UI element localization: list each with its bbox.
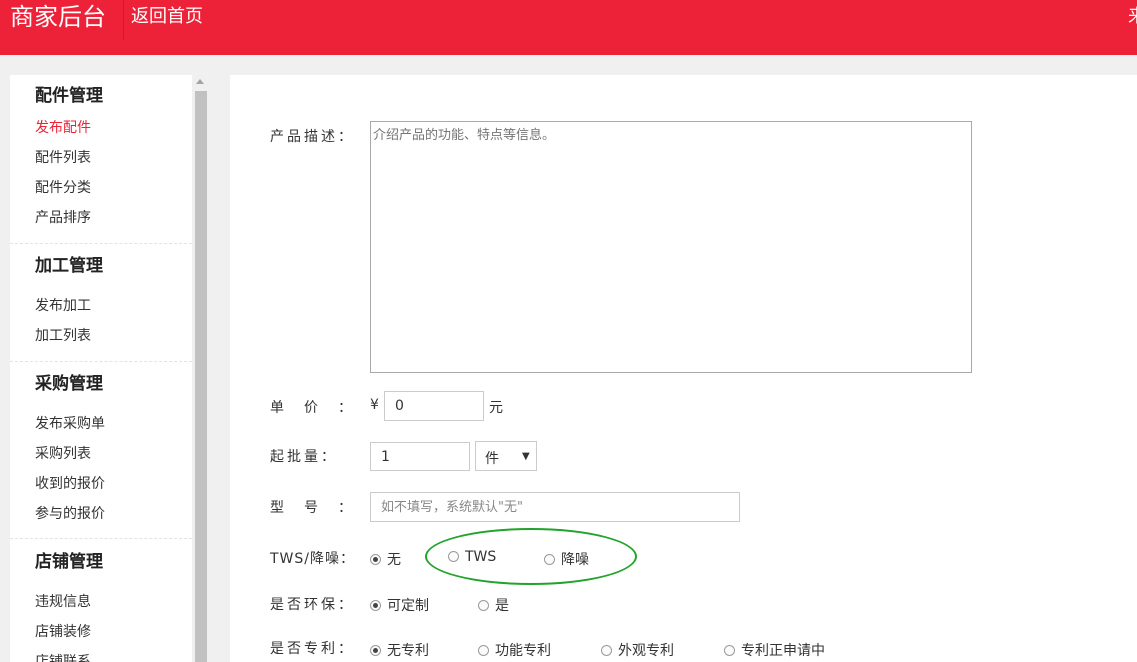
chevron-down-icon: ▼ bbox=[522, 451, 530, 462]
currency-symbol: ¥ bbox=[370, 397, 379, 413]
min-batch-label: 起批量： bbox=[270, 449, 338, 465]
patent-option-function[interactable]: 功能专利 bbox=[478, 640, 551, 660]
model-input[interactable] bbox=[370, 492, 740, 522]
radio-label: 外观专利 bbox=[618, 643, 674, 659]
radio-label: TWS bbox=[465, 549, 497, 565]
nav-group-accessories: 配件管理 发布配件 配件列表 配件分类 产品排序 bbox=[10, 75, 192, 244]
nav-group-purchasing: 采购管理 发布采购单 采购列表 收到的报价 参与的报价 bbox=[10, 362, 192, 539]
radio-checked-icon[interactable] bbox=[370, 554, 381, 565]
sidebar-item-product-sort[interactable]: 产品排序 bbox=[35, 203, 192, 233]
return-home-link[interactable]: 返回首页 bbox=[131, 4, 203, 30]
eco-option-customizable[interactable]: 可定制 bbox=[370, 595, 429, 615]
radio-unchecked-icon[interactable] bbox=[478, 645, 489, 656]
sidebar-item-accessory-list[interactable]: 配件列表 bbox=[35, 143, 192, 173]
sidebar-item-publish-processing[interactable]: 发布加工 bbox=[35, 291, 192, 321]
radio-unchecked-icon[interactable] bbox=[448, 551, 459, 562]
header-user-text[interactable]: 来 bbox=[1128, 4, 1137, 30]
radio-unchecked-icon[interactable] bbox=[478, 600, 489, 611]
sidebar-scrollbar[interactable] bbox=[193, 75, 208, 662]
main-form-panel: 产品描述： 单 价 ： ¥ 元 起批量： 件 ▼ 型 号 ： TWS/降噪： 无… bbox=[230, 75, 1137, 662]
description-label: 产品描述： bbox=[270, 129, 355, 145]
nav-group-store: 店铺管理 违规信息 店铺装修 店铺联系 bbox=[10, 539, 192, 662]
sidebar-item-purchase-list[interactable]: 采购列表 bbox=[35, 439, 192, 469]
radio-label: 可定制 bbox=[387, 598, 429, 614]
tws-label: TWS/降噪： bbox=[270, 551, 355, 567]
sidebar-item-received-quotes[interactable]: 收到的报价 bbox=[35, 469, 192, 499]
price-label: 单 价 ： bbox=[270, 400, 355, 416]
top-header: 商家后台 返回首页 来 bbox=[0, 0, 1137, 55]
sidebar-item-store-decoration[interactable]: 店铺装修 bbox=[35, 617, 192, 647]
radio-label: 专利正申请中 bbox=[741, 643, 825, 659]
sidebar-item-violations[interactable]: 违规信息 bbox=[35, 587, 192, 617]
sidebar-item-publish-accessory[interactable]: 发布配件 bbox=[35, 113, 192, 143]
eco-option-yes[interactable]: 是 bbox=[478, 595, 509, 615]
description-textarea[interactable] bbox=[370, 121, 972, 373]
patent-option-design[interactable]: 外观专利 bbox=[601, 640, 674, 660]
sidebar-nav: 配件管理 发布配件 配件列表 配件分类 产品排序 加工管理 发布加工 加工列表 … bbox=[10, 75, 192, 662]
model-label: 型 号 ： bbox=[270, 500, 355, 516]
sidebar-item-publish-purchase[interactable]: 发布采购单 bbox=[35, 409, 192, 439]
sidebar-item-store-contact[interactable]: 店铺联系 bbox=[35, 647, 192, 662]
scroll-up-arrow-icon[interactable] bbox=[196, 79, 204, 84]
tws-option-noise-cancel[interactable]: 降噪 bbox=[544, 549, 589, 569]
radio-unchecked-icon[interactable] bbox=[601, 645, 612, 656]
radio-label: 是 bbox=[495, 598, 509, 614]
scrollbar-thumb[interactable] bbox=[195, 91, 207, 662]
sidebar-item-participated-quotes[interactable]: 参与的报价 bbox=[35, 499, 192, 529]
nav-group-title: 配件管理 bbox=[35, 86, 103, 106]
unit-select-value: 件 bbox=[485, 451, 499, 467]
min-batch-input[interactable] bbox=[370, 442, 470, 471]
patent-option-pending[interactable]: 专利正申请中 bbox=[724, 640, 825, 660]
radio-unchecked-icon[interactable] bbox=[724, 645, 735, 656]
patent-option-none[interactable]: 无专利 bbox=[370, 640, 429, 660]
tws-option-none[interactable]: 无 bbox=[370, 549, 401, 569]
unit-select[interactable]: 件 ▼ bbox=[475, 441, 537, 471]
price-unit: 元 bbox=[489, 400, 503, 416]
radio-label: 无 bbox=[387, 552, 401, 568]
nav-group-title: 采购管理 bbox=[35, 374, 103, 394]
tws-option-tws[interactable]: TWS bbox=[448, 549, 496, 565]
sidebar-item-accessory-category[interactable]: 配件分类 bbox=[35, 173, 192, 203]
radio-checked-icon[interactable] bbox=[370, 600, 381, 611]
eco-label: 是否环保： bbox=[270, 597, 355, 613]
radio-checked-icon[interactable] bbox=[370, 645, 381, 656]
radio-label: 降噪 bbox=[561, 552, 589, 568]
nav-group-title: 加工管理 bbox=[35, 256, 103, 276]
radio-unchecked-icon[interactable] bbox=[544, 554, 555, 565]
radio-label: 功能专利 bbox=[495, 643, 551, 659]
header-divider bbox=[123, 0, 124, 40]
brand-title: 商家后台 bbox=[10, 3, 106, 31]
nav-group-processing: 加工管理 发布加工 加工列表 bbox=[10, 244, 192, 362]
nav-group-title: 店铺管理 bbox=[35, 552, 103, 572]
patent-label: 是否专利： bbox=[270, 641, 355, 657]
price-input[interactable] bbox=[384, 391, 484, 421]
sidebar-item-processing-list[interactable]: 加工列表 bbox=[35, 321, 192, 351]
radio-label: 无专利 bbox=[387, 643, 429, 659]
